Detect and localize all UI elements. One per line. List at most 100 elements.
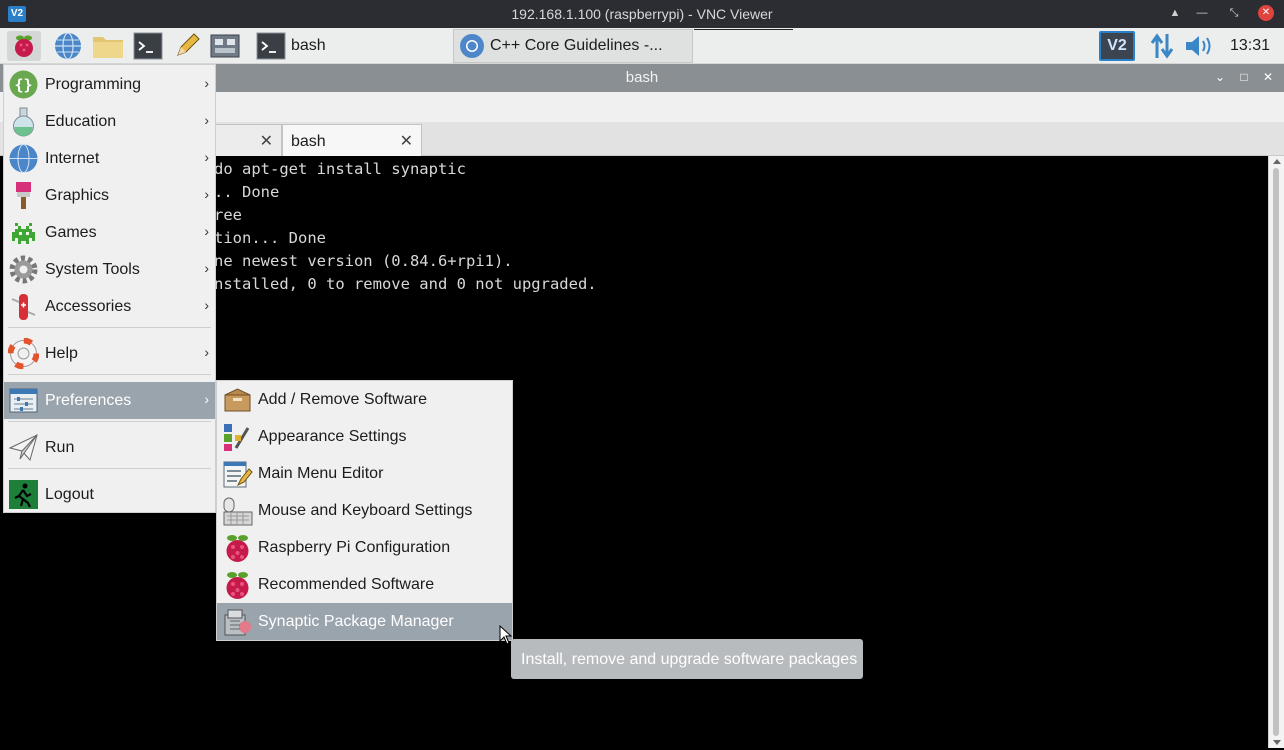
- menu-separator: [8, 327, 211, 328]
- close-icon[interactable]: ✕: [1258, 5, 1274, 21]
- close-icon[interactable]: ✕: [1260, 69, 1276, 85]
- submenu-item-add-remove-software[interactable]: Add / Remove Software: [217, 381, 512, 418]
- terminal-icon: [256, 32, 286, 60]
- menu-separator: [8, 421, 211, 422]
- file-manager-launcher[interactable]: [91, 31, 125, 61]
- terminal-line: ree: [214, 206, 242, 224]
- file-manager-icon: [93, 37, 123, 58]
- preferences-submenu: Add / Remove Software Appearance Setting…: [216, 380, 513, 641]
- chevron-right-icon: ›: [204, 391, 209, 407]
- tooltip: Install, remove and upgrade software pac…: [511, 639, 863, 679]
- main-menu: {} Programming › Education › Internet › Gra…: [3, 64, 216, 513]
- submenu-item-label: Appearance Settings: [258, 428, 407, 445]
- appearance-palette-icon: [224, 424, 250, 451]
- chevron-right-icon: ›: [204, 186, 209, 202]
- task-label: C++ Core Guidelines -...: [490, 37, 663, 54]
- submenu-item-mouse-keyboard-settings[interactable]: Mouse and Keyboard Settings: [217, 492, 512, 529]
- submenu-item-raspberry-pi-configuration[interactable]: Raspberry Pi Configuration: [217, 529, 512, 566]
- terminal-line: .. Done: [214, 183, 280, 201]
- menu-item-run[interactable]: Run: [4, 429, 215, 466]
- vnc-title-bar: V2 192.168.1.100 (raspberrypi) - VNC Vie…: [0, 0, 1284, 28]
- minimize-icon[interactable]: ⌄: [1212, 69, 1228, 85]
- vnc-tray-button[interactable]: V2: [1099, 31, 1135, 61]
- volume-icon: [1186, 36, 1211, 56]
- submenu-item-label: Synaptic Package Manager: [258, 613, 454, 630]
- lifebuoy-icon: [8, 338, 39, 369]
- chevron-right-icon: ›: [204, 149, 209, 165]
- submenu-item-label: Raspberry Pi Configuration: [258, 539, 451, 556]
- mouse-keyboard-icon: [223, 497, 253, 526]
- close-tab-icon[interactable]: ✕: [400, 131, 413, 151]
- globe-icon: [9, 144, 38, 173]
- menu-item-label: Help: [45, 345, 78, 362]
- submenu-item-label: Add / Remove Software: [258, 391, 427, 408]
- paper-plane-icon: [8, 434, 38, 462]
- swiss-knife-icon: [11, 294, 36, 320]
- scroll-down-icon[interactable]: [1273, 740, 1281, 745]
- raspberry-icon: [226, 535, 249, 562]
- terminal-launcher[interactable]: [131, 31, 165, 61]
- preferences-sliders-icon: [9, 388, 38, 413]
- shrink-icon[interactable]: ⤡: [1226, 5, 1242, 21]
- submenu-item-recommended-software[interactable]: Recommended Software: [217, 566, 512, 603]
- submenu-item-label: Main Menu Editor: [258, 465, 384, 482]
- terminal-line: ne newest version (0.84.6+rpi1).: [214, 252, 513, 270]
- menu-item-graphics[interactable]: Graphics ›: [4, 177, 215, 214]
- menu-item-system-tools[interactable]: System Tools ›: [4, 251, 215, 288]
- menu-item-accessories[interactable]: Accessories ›: [4, 288, 215, 325]
- tooltip-text: Install, remove and upgrade software pac…: [521, 651, 858, 668]
- raspberry-menu-button[interactable]: [7, 31, 41, 61]
- menu-item-logout[interactable]: Logout: [4, 476, 215, 513]
- mouse-cursor-icon: [499, 625, 513, 645]
- debug-tool-launcher[interactable]: [208, 31, 242, 61]
- text-editor-launcher[interactable]: [170, 31, 204, 61]
- submenu-item-appearance-settings[interactable]: Appearance Settings: [217, 418, 512, 455]
- chevron-right-icon: ›: [204, 223, 209, 239]
- menu-item-label: Games: [45, 224, 97, 241]
- close-tab-icon[interactable]: ✕: [260, 131, 273, 151]
- menu-item-games[interactable]: Games ›: [4, 214, 215, 251]
- clock[interactable]: 13:31: [1230, 37, 1270, 55]
- menu-separator: [8, 374, 211, 375]
- gear-icon: [9, 255, 38, 284]
- menu-item-programming[interactable]: {} Programming ›: [4, 66, 215, 103]
- chevron-right-icon: ›: [204, 344, 209, 360]
- terminal-tab-2[interactable]: bash ✕: [282, 124, 422, 156]
- restore-up-icon[interactable]: ▲: [1167, 5, 1183, 21]
- menu-item-label: System Tools: [45, 261, 140, 278]
- network-updown-icon: [1150, 33, 1174, 59]
- menu-item-label: Logout: [45, 486, 94, 503]
- web-browser-launcher[interactable]: [51, 31, 85, 61]
- web-browser-icon: [55, 32, 81, 60]
- submenu-item-main-menu-editor[interactable]: Main Menu Editor: [217, 455, 512, 492]
- terminal-line: do apt-get install synaptic: [214, 160, 466, 178]
- menu-item-education[interactable]: Education ›: [4, 103, 215, 140]
- terminal-line: nstalled, 0 to remove and 0 not upgraded…: [214, 275, 597, 293]
- menu-item-help[interactable]: Help ›: [4, 335, 215, 372]
- chevron-right-icon: ›: [204, 112, 209, 128]
- submenu-item-label: Mouse and Keyboard Settings: [258, 502, 473, 519]
- menu-item-label: Programming: [45, 76, 142, 93]
- chromium-icon: [460, 34, 484, 58]
- task-chromium[interactable]: C++ Core Guidelines -...: [453, 29, 693, 63]
- scroll-up-icon[interactable]: [1273, 159, 1281, 164]
- terminal-scrollbar[interactable]: [1268, 156, 1284, 748]
- terminal-icon: [133, 32, 163, 60]
- menu-item-internet[interactable]: Internet ›: [4, 140, 215, 177]
- network-button[interactable]: [1145, 31, 1179, 61]
- package-box-icon: [224, 388, 251, 412]
- submenu-item-synaptic-package-manager[interactable]: Synaptic Package Manager: [217, 603, 512, 640]
- task-bash[interactable]: bash: [251, 29, 452, 63]
- menu-item-label: Preferences: [45, 392, 132, 409]
- volume-button[interactable]: [1183, 31, 1217, 61]
- menu-item-label: Education: [45, 113, 117, 130]
- paintbrush-icon: [16, 182, 31, 209]
- maximize-icon[interactable]: □: [1236, 69, 1252, 85]
- synaptic-icon: [224, 609, 251, 636]
- minimize-icon[interactable]: —: [1194, 5, 1210, 21]
- menu-item-preferences[interactable]: Preferences ›: [4, 382, 215, 419]
- menu-item-label: Graphics: [45, 187, 110, 204]
- scrollbar-thumb[interactable]: [1273, 168, 1279, 736]
- vnc-tray-icon: V2: [1107, 37, 1127, 54]
- task-divider: [694, 29, 793, 30]
